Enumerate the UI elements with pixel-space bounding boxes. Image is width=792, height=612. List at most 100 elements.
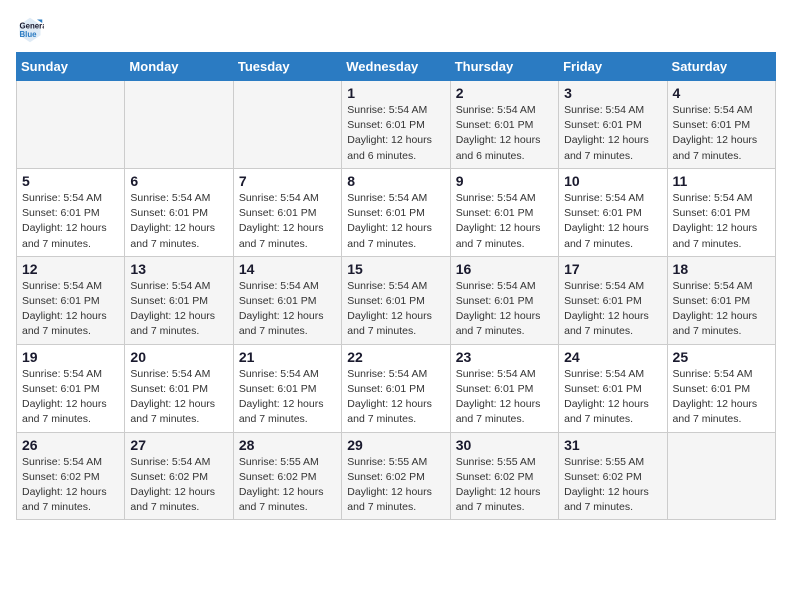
calendar-cell: 4 Sunrise: 5:54 AMSunset: 6:01 PMDaylight… — [667, 81, 775, 169]
day-info: Sunrise: 5:54 AMSunset: 6:01 PMDaylight:… — [673, 103, 770, 164]
header-thursday: Thursday — [450, 53, 558, 81]
calendar-cell: 2 Sunrise: 5:54 AMSunset: 6:01 PMDaylight… — [450, 81, 558, 169]
calendar-cell — [667, 432, 775, 520]
header-monday: Monday — [125, 53, 233, 81]
day-number: 7 — [239, 173, 336, 189]
day-number: 18 — [673, 261, 770, 277]
day-number: 6 — [130, 173, 227, 189]
calendar-cell: 28 Sunrise: 5:55 AMSunset: 6:02 PMDayligh… — [233, 432, 341, 520]
day-info: Sunrise: 5:54 AMSunset: 6:01 PMDaylight:… — [456, 191, 553, 252]
calendar-week-1: 1 Sunrise: 5:54 AMSunset: 6:01 PMDaylight… — [17, 81, 776, 169]
day-info: Sunrise: 5:55 AMSunset: 6:02 PMDaylight:… — [347, 455, 444, 516]
calendar-cell: 14 Sunrise: 5:54 AMSunset: 6:01 PMDayligh… — [233, 256, 341, 344]
page-header: General Blue — [16, 16, 776, 44]
day-info: Sunrise: 5:54 AMSunset: 6:01 PMDaylight:… — [130, 367, 227, 428]
day-info: Sunrise: 5:54 AMSunset: 6:01 PMDaylight:… — [347, 367, 444, 428]
calendar-cell: 30 Sunrise: 5:55 AMSunset: 6:02 PMDayligh… — [450, 432, 558, 520]
day-number: 29 — [347, 437, 444, 453]
day-info: Sunrise: 5:54 AMSunset: 6:01 PMDaylight:… — [239, 367, 336, 428]
day-number: 22 — [347, 349, 444, 365]
day-number: 1 — [347, 85, 444, 101]
calendar-cell: 13 Sunrise: 5:54 AMSunset: 6:01 PMDayligh… — [125, 256, 233, 344]
day-info: Sunrise: 5:54 AMSunset: 6:01 PMDaylight:… — [239, 191, 336, 252]
header-friday: Friday — [559, 53, 667, 81]
day-number: 20 — [130, 349, 227, 365]
day-number: 28 — [239, 437, 336, 453]
calendar-cell: 11 Sunrise: 5:54 AMSunset: 6:01 PMDayligh… — [667, 168, 775, 256]
day-number: 25 — [673, 349, 770, 365]
day-number: 10 — [564, 173, 661, 189]
day-number: 19 — [22, 349, 119, 365]
day-info: Sunrise: 5:54 AMSunset: 6:01 PMDaylight:… — [564, 103, 661, 164]
day-info: Sunrise: 5:55 AMSunset: 6:02 PMDaylight:… — [456, 455, 553, 516]
calendar-cell: 5Sunrise: 5:54 AMSunset: 6:01 PMDaylight… — [17, 168, 125, 256]
calendar-cell — [17, 81, 125, 169]
day-number: 15 — [347, 261, 444, 277]
day-info: Sunrise: 5:54 AMSunset: 6:01 PMDaylight:… — [456, 103, 553, 164]
day-info: Sunrise: 5:54 AMSunset: 6:02 PMDaylight:… — [22, 455, 119, 516]
calendar-cell — [125, 81, 233, 169]
day-info: Sunrise: 5:54 AMSunset: 6:01 PMDaylight:… — [130, 279, 227, 340]
calendar-cell: 24 Sunrise: 5:54 AMSunset: 6:01 PMDayligh… — [559, 344, 667, 432]
svg-text:General: General — [20, 21, 45, 30]
calendar-cell: 7 Sunrise: 5:54 AMSunset: 6:01 PMDaylight… — [233, 168, 341, 256]
day-info: Sunrise: 5:54 AMSunset: 6:01 PMDaylight:… — [564, 367, 661, 428]
calendar-cell: 1 Sunrise: 5:54 AMSunset: 6:01 PMDaylight… — [342, 81, 450, 169]
day-info: Sunrise: 5:55 AMSunset: 6:02 PMDaylight:… — [239, 455, 336, 516]
day-number: 14 — [239, 261, 336, 277]
day-number: 12 — [22, 261, 119, 277]
day-number: 11 — [673, 173, 770, 189]
day-info: Sunrise: 5:54 AMSunset: 6:01 PMDaylight:… — [22, 279, 119, 340]
day-number: 23 — [456, 349, 553, 365]
calendar-cell: 9 Sunrise: 5:54 AMSunset: 6:01 PMDaylight… — [450, 168, 558, 256]
calendar-cell: 17 Sunrise: 5:54 AMSunset: 6:01 PMDayligh… — [559, 256, 667, 344]
day-number: 31 — [564, 437, 661, 453]
calendar-cell: 21Sunrise: 5:54 AMSunset: 6:01 PMDayligh… — [233, 344, 341, 432]
calendar-cell: 8 Sunrise: 5:54 AMSunset: 6:01 PMDaylight… — [342, 168, 450, 256]
day-info: Sunrise: 5:54 AMSunset: 6:01 PMDaylight:… — [564, 191, 661, 252]
calendar-cell: 22 Sunrise: 5:54 AMSunset: 6:01 PMDayligh… — [342, 344, 450, 432]
day-info: Sunrise: 5:54 AMSunset: 6:01 PMDaylight:… — [456, 367, 553, 428]
day-number: 30 — [456, 437, 553, 453]
day-number: 24 — [564, 349, 661, 365]
day-info: Sunrise: 5:54 AMSunset: 6:01 PMDaylight:… — [673, 191, 770, 252]
day-info: Sunrise: 5:54 AMSunset: 6:01 PMDaylight:… — [673, 279, 770, 340]
calendar-cell: 26 Sunrise: 5:54 AMSunset: 6:02 PMDayligh… — [17, 432, 125, 520]
day-info: Sunrise: 5:54 AMSunset: 6:01 PMDaylight:… — [456, 279, 553, 340]
day-info: Sunrise: 5:54 AMSunset: 6:01 PMDaylight:… — [239, 279, 336, 340]
day-info: Sunrise: 5:54 AMSunset: 6:01 PMDaylight:… — [564, 279, 661, 340]
day-info: Sunrise: 5:54 AMSunset: 6:01 PMDaylight:… — [347, 103, 444, 164]
day-info: Sunrise: 5:54 AMSunset: 6:01 PMDaylight:… — [347, 191, 444, 252]
calendar-week-3: 12 Sunrise: 5:54 AMSunset: 6:01 PMDayligh… — [17, 256, 776, 344]
day-info: Sunrise: 5:54 AMSunset: 6:01 PMDaylight:… — [22, 191, 119, 252]
logo: General Blue — [16, 16, 48, 44]
calendar-week-4: 19 Sunrise: 5:54 AMSunset: 6:01 PMDayligh… — [17, 344, 776, 432]
calendar-week-5: 26 Sunrise: 5:54 AMSunset: 6:02 PMDayligh… — [17, 432, 776, 520]
calendar-cell: 29 Sunrise: 5:55 AMSunset: 6:02 PMDayligh… — [342, 432, 450, 520]
logo-icon: General Blue — [16, 16, 44, 44]
day-number: 26 — [22, 437, 119, 453]
calendar-cell: 20 Sunrise: 5:54 AMSunset: 6:01 PMDayligh… — [125, 344, 233, 432]
day-number: 2 — [456, 85, 553, 101]
day-number: 4 — [673, 85, 770, 101]
calendar-cell — [233, 81, 341, 169]
calendar-table: SundayMondayTuesdayWednesdayThursdayFrid… — [16, 52, 776, 520]
header-wednesday: Wednesday — [342, 53, 450, 81]
day-number: 13 — [130, 261, 227, 277]
calendar-cell: 18 Sunrise: 5:54 AMSunset: 6:01 PMDayligh… — [667, 256, 775, 344]
day-number: 9 — [456, 173, 553, 189]
svg-text:Blue: Blue — [20, 30, 38, 39]
day-info: Sunrise: 5:55 AMSunset: 6:02 PMDaylight:… — [564, 455, 661, 516]
calendar-cell: 31 Sunrise: 5:55 AMSunset: 6:02 PMDayligh… — [559, 432, 667, 520]
calendar-cell: 19Sunrise: 5:54 AMSunset: 6:01 PMDayligh… — [17, 344, 125, 432]
day-number: 17 — [564, 261, 661, 277]
calendar-week-2: 5Sunrise: 5:54 AMSunset: 6:01 PMDaylight… — [17, 168, 776, 256]
day-info: Sunrise: 5:54 AMSunset: 6:01 PMDaylight:… — [130, 191, 227, 252]
day-info: Sunrise: 5:54 AMSunset: 6:01 PMDaylight:… — [347, 279, 444, 340]
day-number: 27 — [130, 437, 227, 453]
calendar-cell: 10 Sunrise: 5:54 AMSunset: 6:01 PMDayligh… — [559, 168, 667, 256]
day-number: 3 — [564, 85, 661, 101]
header-tuesday: Tuesday — [233, 53, 341, 81]
header-saturday: Saturday — [667, 53, 775, 81]
day-number: 8 — [347, 173, 444, 189]
